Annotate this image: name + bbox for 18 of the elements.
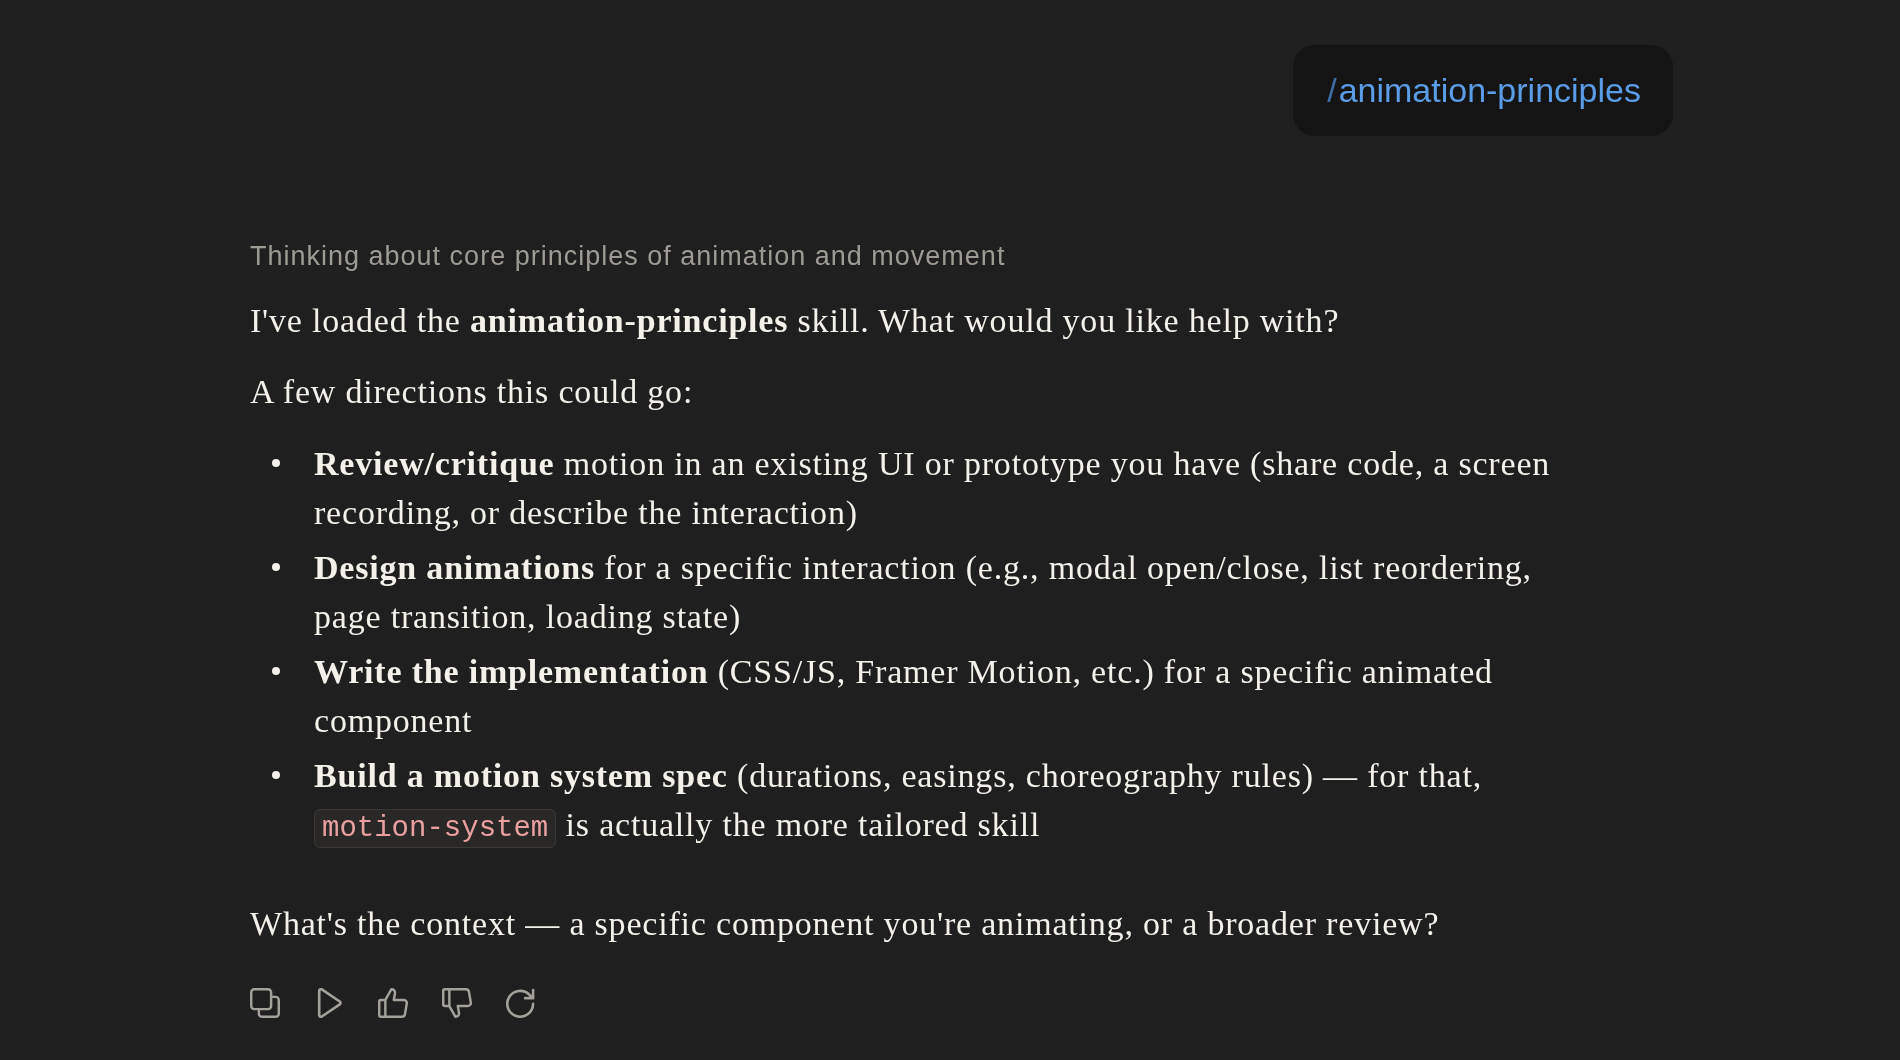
inline-code: motion-system (314, 809, 557, 848)
thumbs-up-icon[interactable] (378, 988, 408, 1018)
thumbs-down-icon[interactable] (442, 988, 472, 1018)
bullet-dot-icon (272, 667, 280, 675)
response-paragraph: I've loaded the animation-principles skill. What would you like help with? (250, 301, 1340, 341)
circular-arrow-icon[interactable] (506, 988, 536, 1018)
bullet-dot-icon (272, 459, 280, 467)
bullet-dot-icon (272, 771, 280, 779)
bullet-dot-icon (272, 563, 280, 571)
response-paragraph: A few directions this could go: (250, 372, 694, 412)
list-item-text: Build a motion system spec (durations, easings, choreography rules) — for that, motion-system is actually the more tailored skill (314, 751, 1579, 853)
thinking-summary[interactable]: Thinking about core principles of animation and movement (250, 238, 1006, 274)
slash-command: /animation-principles (1327, 71, 1641, 110)
list-item-text: Write the implementation (CSS/JS, Framer Motion, etc.) for a specific animated component (314, 652, 1494, 741)
response-paragraph: What's the context — a specific component you're animating, or a broader review? (250, 904, 1440, 944)
list-item-text: Review/critique motion in an existing UI or prototype you have (share code, a screen recording, or describe the interaction) (314, 444, 1552, 533)
copy-icon[interactable] (250, 988, 280, 1018)
list-item-text: Design animations for a specific interaction (e.g., modal open/close, list reordering, page transition, loading state) (314, 548, 1533, 637)
